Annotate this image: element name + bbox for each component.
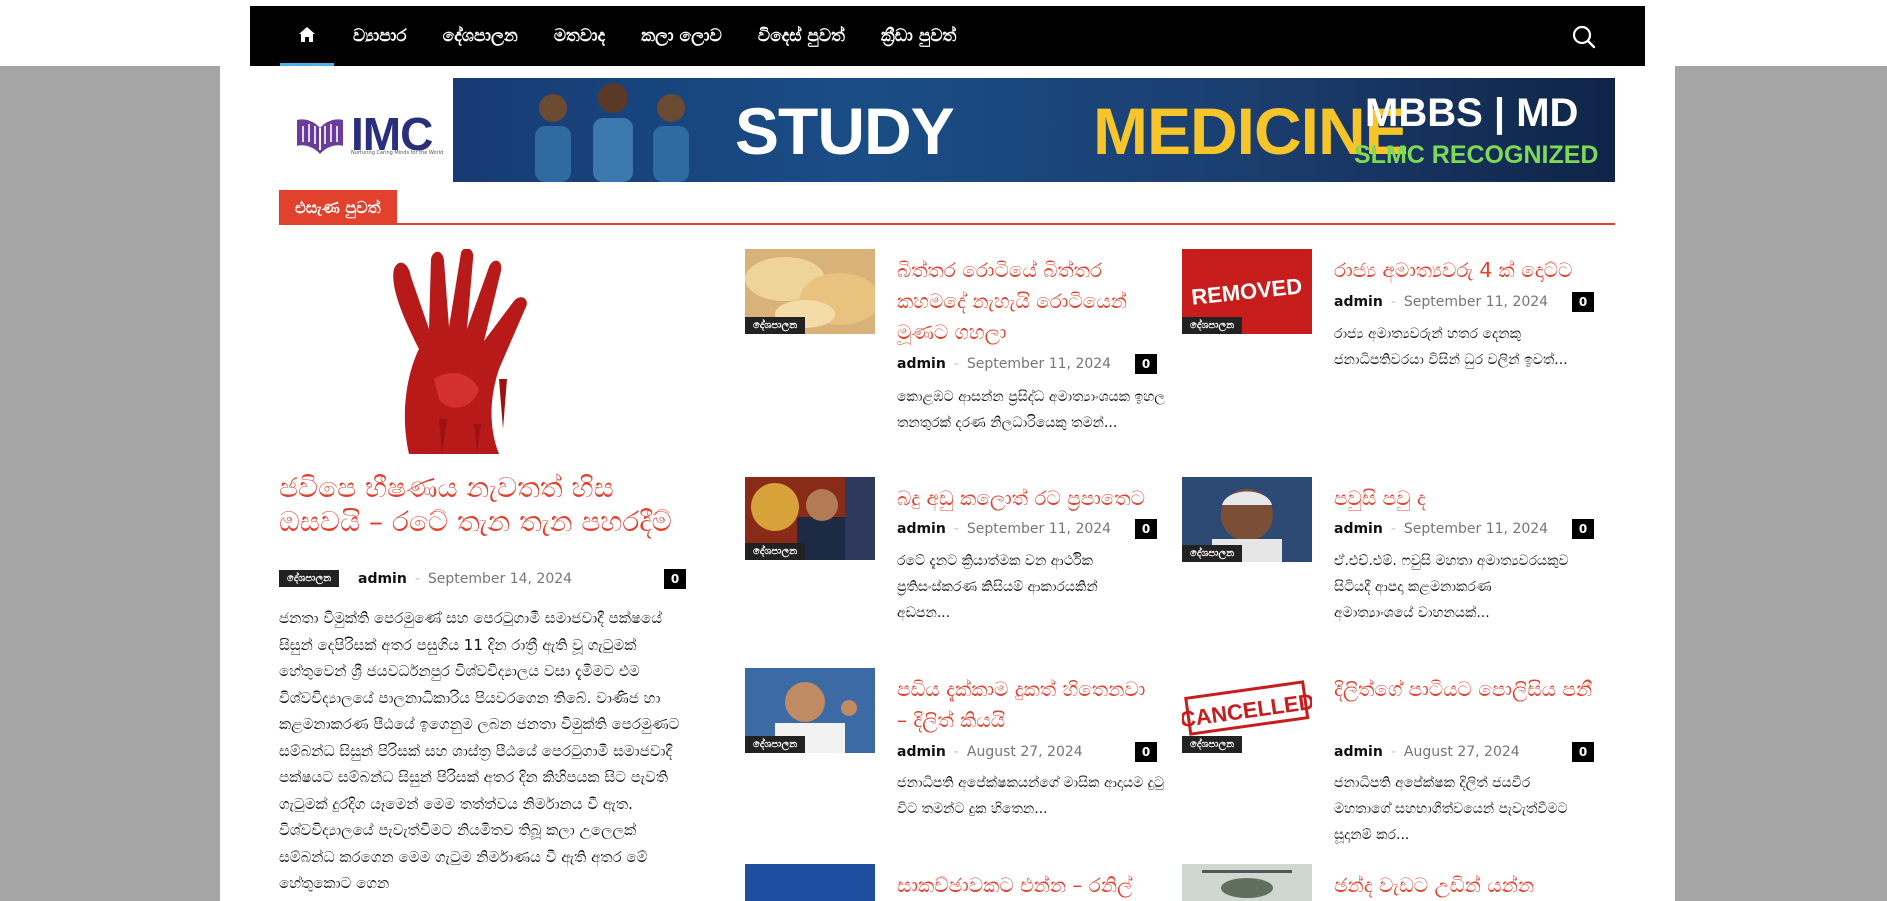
banner-people-image: [535, 83, 689, 182]
logo-tagline: Nurturing Caring Minds for the World: [351, 150, 444, 156]
post-excerpt: කොළඹට ආසන්න ප්‍රසිද්ධ අමාත්‍යාංශයක ඉහල ත…: [897, 389, 1165, 431]
helicopter-image: [1182, 864, 1312, 901]
nav-item-arts[interactable]: කලා ලොව: [641, 26, 722, 46]
section-label[interactable]: එසැණ පුවත්: [279, 190, 397, 225]
section-header: එසැණ පුවත්: [279, 190, 1615, 225]
featured-meta: admin - September 14, 2024: [358, 569, 572, 589]
post-comment-count[interactable]: 0: [1572, 742, 1594, 762]
post-thumbnail[interactable]: [745, 864, 875, 901]
post-category-badge[interactable]: දේශපාලන: [1182, 545, 1243, 562]
post-excerpt: රටේ දැනට ක්‍රියාත්මක වන ආර්ථික ප්‍රතිසංස…: [897, 553, 1098, 621]
nav-item-opinion[interactable]: මතවාද: [554, 26, 605, 46]
featured-article: ජවිපෙ භීෂණය නැවතත් හිස ඔසවයි – රටේ තැන ත…: [279, 249, 689, 901]
post-excerpt: ඒ.එච්.එම්. ෆවුසි මහතා අමාත්‍යවරයකුව සිටි…: [1334, 553, 1569, 621]
post-category-badge[interactable]: දේශපාලන: [745, 543, 806, 560]
post-meta: admin - September 11, 2024: [897, 519, 1111, 539]
post-category-badge[interactable]: දේශපාලන: [745, 736, 806, 753]
post-thumbnail[interactable]: CANCELLED දේශපාලන: [1182, 668, 1312, 753]
site-logo[interactable]: IMC Nurturing Caring Minds for the World: [295, 100, 444, 168]
post-author[interactable]: admin: [1334, 294, 1383, 310]
meta-separator: -: [953, 521, 959, 537]
post-title[interactable]: රාජ්‍ය අමාත්‍යවරු 4 ක් දොට්ට: [1334, 255, 1604, 286]
meta-separator: -: [1390, 294, 1396, 310]
post-title[interactable]: ඡන්ද වැඩට උඩින් යන්න: [1334, 870, 1604, 901]
banner-recognition-text: SLMC RECOGNIZED: [1354, 141, 1599, 169]
post-meta: admin - September 11, 2024: [897, 354, 1111, 374]
home-link[interactable]: [280, 6, 334, 66]
book-icon: [297, 119, 343, 154]
post-meta: admin - August 27, 2024: [1334, 742, 1520, 762]
post-author[interactable]: admin: [1334, 521, 1383, 537]
post-author[interactable]: admin: [1334, 744, 1383, 760]
nav-item-business[interactable]: ව්‍යාපාර: [353, 26, 407, 46]
post-comment-count[interactable]: 0: [1572, 292, 1594, 312]
featured-image[interactable]: [339, 249, 599, 454]
post-thumbnail[interactable]: දේශපාලන: [745, 249, 875, 334]
nav-item-politics[interactable]: දේශපාලන: [443, 26, 518, 46]
search-icon[interactable]: [1571, 24, 1597, 50]
featured-comment-count[interactable]: 0: [664, 569, 686, 589]
post-excerpt: ජනාධිපති අපේක්ෂක දිලිත් ජයවීර මහතාගේ සහභ…: [1334, 775, 1568, 843]
meta-separator: -: [1390, 744, 1396, 760]
post-excerpt: රාජ්‍ය අමාත්‍යවරුන් හතර දෙනකු ජනාධිපතිවර…: [1334, 326, 1568, 368]
main-navbar: ව්‍යාපාර දේශපාලන මතවාද කලා ලොව විදෙස් පු…: [250, 6, 1645, 66]
nav-item-sports-news[interactable]: ක්‍රීඩා පුවත්: [881, 26, 956, 46]
featured-author[interactable]: admin: [358, 571, 407, 587]
post-title[interactable]: දිලිත්ගේ පාටියට පොලිසිය පනී: [1334, 674, 1594, 705]
post-meta: admin - September 11, 2024: [1334, 292, 1548, 312]
featured-date: September 14, 2024: [427, 571, 573, 587]
post-category-badge[interactable]: දේශපාලන: [1182, 736, 1243, 753]
post-thumbnail[interactable]: REMOVED දේශපාලන: [1182, 249, 1312, 334]
post-comment-count[interactable]: 0: [1135, 354, 1157, 374]
post-category-badge[interactable]: දේශපාලන: [745, 317, 806, 334]
post-date: August 27, 2024: [966, 744, 1083, 760]
meta-separator: -: [414, 571, 420, 587]
post-author[interactable]: admin: [897, 744, 946, 760]
featured-title[interactable]: ජවිපෙ භීෂණය නැවතත් හිස ඔසවයි – රටේ තැන ත…: [279, 471, 679, 539]
banner-study-text: STUDY: [735, 94, 955, 168]
news-image: [745, 864, 875, 901]
banner-degrees-text: MBBS | MD: [1365, 91, 1579, 135]
post-date: September 11, 2024: [1403, 521, 1549, 537]
post-thumbnail[interactable]: දේශපාලන: [745, 668, 875, 753]
featured-excerpt: ජනතා විමුක්ති පෙරමුණේ සහ පෙරටුගාමී සමාජව…: [279, 609, 680, 892]
post-title[interactable]: පවුසි පවු ද: [1334, 483, 1604, 514]
post-date: August 27, 2024: [1403, 744, 1520, 760]
home-icon: [299, 26, 315, 42]
post-thumbnail[interactable]: දේශපාලන: [745, 477, 875, 560]
meta-separator: -: [953, 744, 959, 760]
post-date: September 11, 2024: [1403, 294, 1549, 310]
post-thumbnail[interactable]: දේශපාලන: [1182, 477, 1312, 562]
post-category-badge[interactable]: දේශපාලන: [1182, 317, 1243, 334]
meta-separator: -: [1390, 521, 1396, 537]
post-excerpt: ජනාධිපති අපේක්ෂකයන්ගේ මාසික ආදායම දුටු ව…: [897, 775, 1164, 817]
post-meta: admin - August 27, 2024: [897, 742, 1083, 762]
post-title[interactable]: බදු අඩු කලොත් රට ප්‍රපාතෙට: [897, 483, 1167, 514]
nav-menu: ව්‍යාපාර දේශපාලන මතවාද කලා ලොව විදෙස් පු…: [353, 6, 992, 66]
post-author[interactable]: admin: [897, 521, 946, 537]
post-date: September 11, 2024: [966, 356, 1112, 372]
meta-separator: -: [953, 356, 959, 372]
post-title[interactable]: සාකච්ඡාවකට එන්න – රනිල්: [897, 870, 1167, 901]
post-title[interactable]: බිත්තර රොටියේ බිත්තර කහමදේ නැහැයි රොටියෙ…: [897, 255, 1157, 348]
post-thumbnail[interactable]: [1182, 864, 1312, 901]
nav-item-foreign-news[interactable]: විදෙස් පුවත්: [758, 26, 845, 46]
post-author[interactable]: admin: [897, 356, 946, 372]
post-meta: admin - September 11, 2024: [1334, 519, 1548, 539]
post-comment-count[interactable]: 0: [1572, 519, 1594, 539]
post-title[interactable]: පඩිය දැක්කාම දුකත් හිතෙනවා – දිලිත් කියය…: [897, 674, 1157, 736]
advertisement-banner[interactable]: STUDY MEDICINE MBBS | MD SLMC RECOGNIZED: [453, 78, 1615, 182]
post-comment-count[interactable]: 0: [1135, 519, 1157, 539]
post-comment-count[interactable]: 0: [1135, 742, 1157, 762]
post-date: September 11, 2024: [966, 521, 1112, 537]
featured-category-badge[interactable]: දේශපාලන: [279, 570, 340, 587]
